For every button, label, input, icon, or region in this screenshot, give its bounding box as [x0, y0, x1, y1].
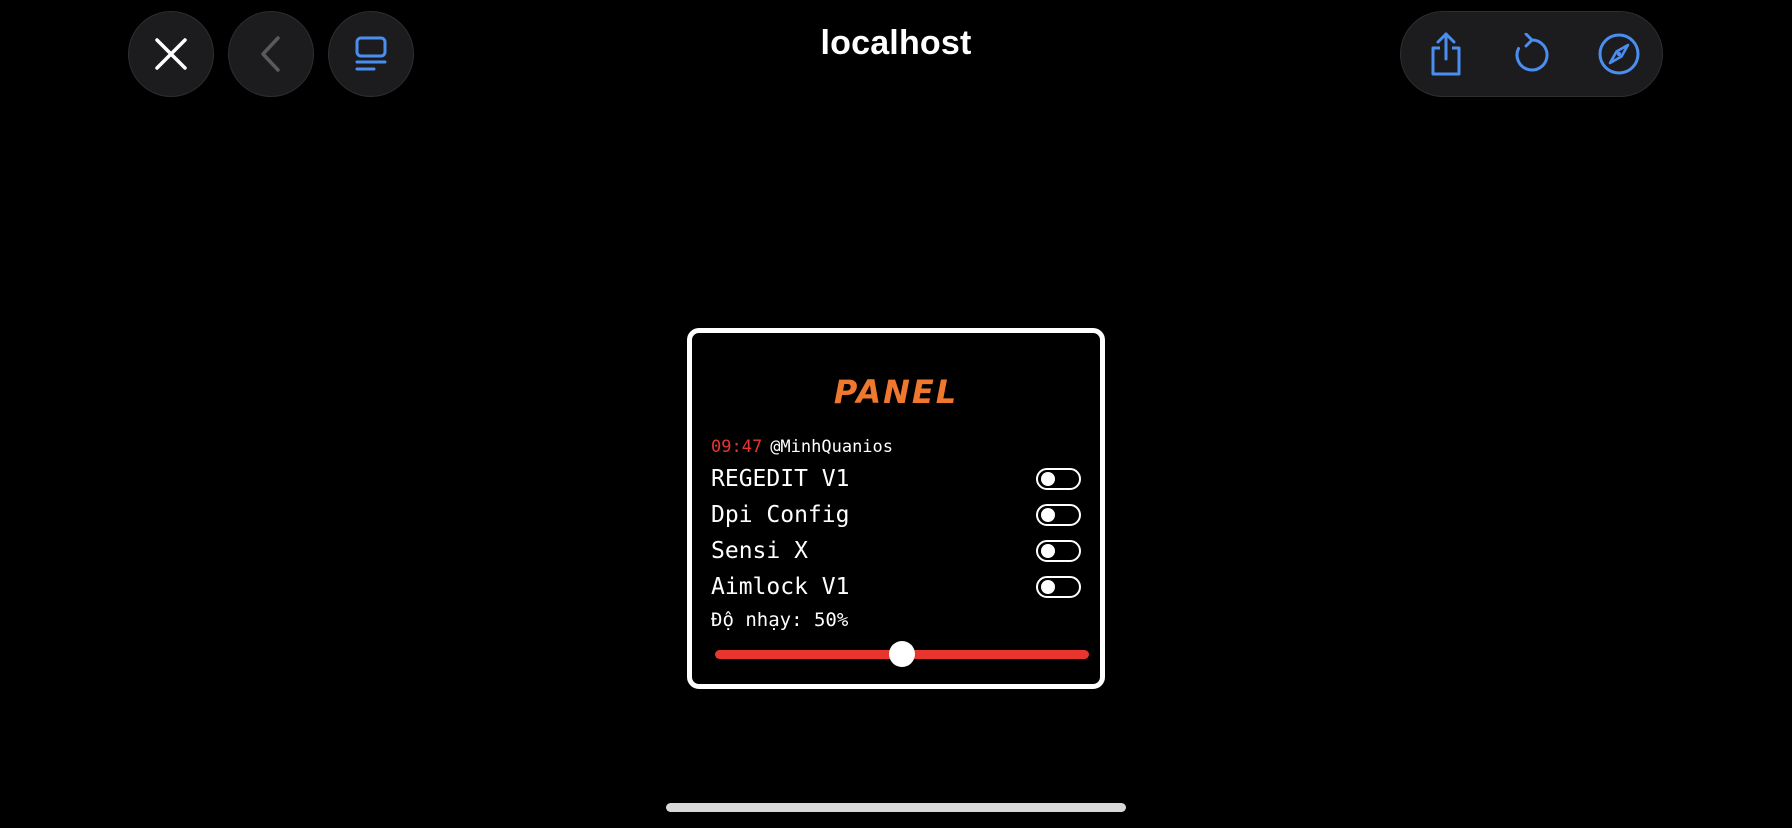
slider-thumb[interactable] — [889, 641, 915, 667]
option-label: Aimlock V1 — [711, 574, 850, 600]
sensitivity-label: Độ nhạy: 50% — [711, 609, 849, 631]
panel-title: PANEL — [833, 373, 959, 411]
dpi-config-toggle[interactable] — [1036, 504, 1081, 526]
sensi-x-toggle[interactable] — [1036, 540, 1081, 562]
aimlock-toggle[interactable] — [1036, 576, 1081, 598]
option-label: Sensi X — [711, 538, 808, 564]
option-row-aimlock: Aimlock V1 — [711, 572, 1081, 602]
option-row-regedit: REGEDIT V1 — [711, 464, 1081, 494]
share-button[interactable] — [1403, 12, 1489, 96]
option-label: REGEDIT V1 — [711, 466, 850, 492]
compass-icon — [1598, 33, 1640, 75]
panel-meta: 09:47 @MinhQuanios — [711, 437, 893, 457]
browser-actions — [1400, 11, 1663, 97]
share-icon — [1431, 32, 1461, 76]
home-indicator — [666, 803, 1126, 812]
panel-user: @MinhQuanios — [770, 437, 894, 457]
panel-time: 09:47 — [711, 437, 763, 457]
option-row-sensi-x: Sensi X — [711, 536, 1081, 566]
reload-button[interactable] — [1489, 12, 1575, 96]
sensitivity-slider[interactable] — [715, 641, 1089, 667]
toggle-knob — [1041, 508, 1055, 522]
reload-icon — [1515, 33, 1549, 72]
toggle-knob — [1041, 580, 1055, 594]
option-row-dpi-config: Dpi Config — [711, 500, 1081, 530]
option-label: Dpi Config — [711, 502, 850, 528]
toggle-knob — [1041, 472, 1055, 486]
regedit-toggle[interactable] — [1036, 468, 1081, 490]
compass-button[interactable] — [1576, 12, 1662, 96]
toggle-knob — [1041, 544, 1055, 558]
panel: PANEL 09:47 @MinhQuanios REGEDIT V1 Dpi C… — [687, 328, 1105, 689]
